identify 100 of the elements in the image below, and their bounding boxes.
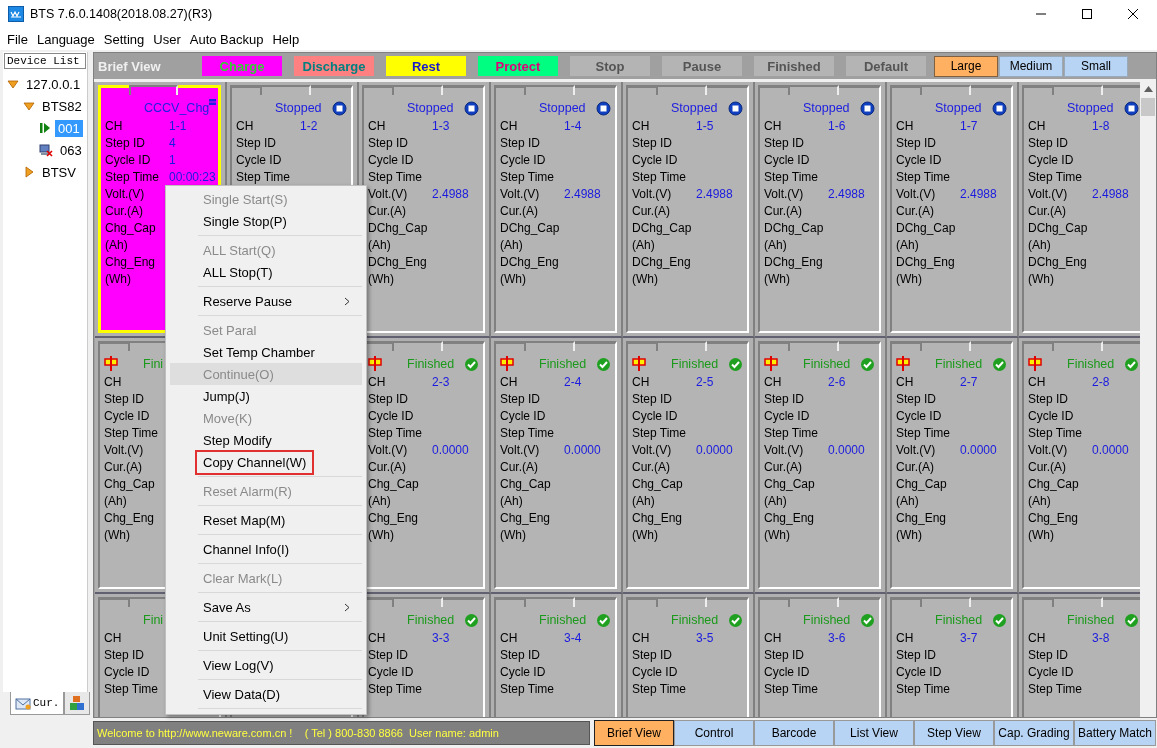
card-tab — [920, 85, 971, 95]
channel-card[interactable]: Finished CH 3-6 Step ID Cycle ID Step Time — [758, 597, 881, 717]
check-circle-icon — [596, 356, 611, 372]
channel-card[interactable]: Stopped CH 1-4 Step ID Cycle ID Step Time Volt.(V) 2.4988 Cur.(A) DChg_Cap (Ah) DChg_Eng (Wh) — [494, 85, 617, 333]
expanded-arrow-icon[interactable] — [23, 100, 35, 112]
field-label: Step Time — [368, 169, 424, 186]
channel-card[interactable]: Finished CH 2-7 Step ID Cycle ID Step Time Volt.(V) 0.0000 Cur.(A) Chg_Cap (Ah) Chg_Eng (Wh) — [890, 341, 1013, 589]
check-circle-icon — [860, 356, 875, 372]
channel-card[interactable]: Finished CH 3-8 Step ID Cycle ID Step Time — [1022, 597, 1140, 717]
menu-item[interactable]: File — [3, 31, 32, 47]
view-tab[interactable]: Step View — [914, 720, 994, 746]
field-value: 2-5 — [696, 374, 715, 391]
sidebar-tab[interactable] — [64, 692, 91, 715]
channel-card[interactable]: Stopped CH 1-8 Step ID Cycle ID Step Time Volt.(V) 2.4988 Cur.(A) DChg_Cap (Ah) DChg_Eng (Wh) — [1022, 85, 1140, 333]
channel-card[interactable]: Finished CH 2-4 Step ID Cycle ID Step Time Volt.(V) 0.0000 Cur.(A) Chg_Cap (Ah) Chg_Eng (Wh) — [494, 341, 617, 589]
channel-status: Finished — [803, 357, 851, 371]
field-label: DChg_Cap (Ah) — [1028, 220, 1089, 254]
field-label: Step ID — [368, 391, 410, 408]
menu-item[interactable]: Setting — [99, 31, 149, 47]
field-value: 4 — [169, 135, 177, 152]
channel-card[interactable]: Stopped CH 1-6 Step ID Cycle ID Step Time Volt.(V) 2.4988 Cur.(A) DChg_Cap (Ah) DChg_Eng (Wh) — [758, 85, 881, 333]
field-label: Step ID — [632, 135, 674, 152]
channel-card[interactable]: Finished CH 3-5 Step ID Cycle ID Step Time — [626, 597, 749, 717]
field-label: DChg_Eng (Wh) — [632, 254, 692, 288]
menu-item[interactable]: Language — [32, 31, 99, 47]
legend-label: Pause — [682, 58, 722, 74]
field-label: Step Time — [368, 681, 424, 698]
tree-item[interactable]: BTSV — [39, 163, 79, 181]
field-value: 3-6 — [828, 630, 847, 647]
stop-circle-icon — [1124, 100, 1139, 116]
menu-item[interactable]: User — [149, 31, 185, 47]
field-label: Chg_Eng (Wh) — [104, 510, 156, 544]
app-icon — [8, 6, 24, 22]
channel-card[interactable]: Stopped CH 1-5 Step ID Cycle ID Step Time Volt.(V) 2.4988 Cur.(A) DChg_Cap (Ah) DChg_Eng (Wh) — [626, 85, 749, 333]
channel-status: Fini — [143, 613, 164, 627]
field-label: Cycle ID — [104, 408, 151, 425]
channel-card[interactable]: Stopped CH 1-3 Step ID Cycle ID Step Time Volt.(V) 2.4988 Cur.(A) DChg_Cap (Ah) DChg_Eng (Wh) — [362, 85, 485, 333]
tree-item[interactable]: BTS82 — [39, 97, 85, 115]
channel-card[interactable]: Finished CH 3-7 Step ID Cycle ID Step Time — [890, 597, 1013, 717]
window-title: BTS 7.6.0.1408(2018.08.27)(R3) — [30, 7, 213, 21]
menu-item[interactable]: Auto Backup — [185, 31, 268, 47]
card-tab — [656, 341, 707, 351]
channel-card[interactable]: Finished CH 2-5 Step ID Cycle ID Step Time Volt.(V) 0.0000 Cur.(A) Chg_Cap (Ah) Chg_Eng (Wh) — [626, 341, 749, 589]
play-icon — [39, 122, 51, 134]
size-button[interactable]: Large — [934, 55, 998, 77]
channel-status: CCCV_Chg — [144, 101, 210, 115]
field-label: CH — [1028, 630, 1047, 647]
menu-item[interactable]: Help — [268, 31, 304, 47]
view-tab[interactable]: Brief View — [594, 720, 674, 746]
field-label: Volt.(V) — [764, 442, 805, 459]
channel-status: Stopped — [803, 101, 850, 115]
field-label: Step ID — [368, 135, 410, 152]
channel-card[interactable]: Finished CH 3-3 Step ID Cycle ID Step Time — [362, 597, 485, 717]
scroll-up-icon[interactable] — [1143, 86, 1153, 92]
collapsed-arrow-icon[interactable] — [23, 166, 35, 178]
field-label: Step ID — [764, 391, 806, 408]
size-button[interactable]: Small — [1064, 55, 1128, 77]
size-button[interactable]: Medium — [999, 55, 1063, 77]
field-label: Step ID — [104, 647, 146, 664]
field-label: Cur.(A) — [500, 203, 539, 220]
field-label: Step Time — [1028, 169, 1084, 186]
channel-card[interactable]: Finished CH 3-4 Step ID Cycle ID Step Time — [494, 597, 617, 717]
scrollbar-thumb[interactable] — [1141, 98, 1155, 116]
view-tab[interactable]: List View — [834, 720, 914, 746]
field-label: Chg_Cap (Ah) — [896, 476, 948, 510]
field-label: DChg_Eng (Wh) — [368, 254, 428, 288]
expanded-arrow-icon[interactable] — [7, 78, 19, 90]
field-label: Step ID — [1028, 391, 1070, 408]
legend-label: Finished — [767, 58, 821, 74]
view-tab[interactable]: Cap. Grading — [994, 720, 1074, 746]
check-circle-icon — [860, 612, 875, 628]
field-label: DChg_Eng (Wh) — [764, 254, 824, 288]
sidebar-tab[interactable]: Cur. — [10, 692, 65, 715]
tree-item[interactable]: 127.0.0.1 — [23, 75, 84, 93]
card-tab — [524, 341, 575, 351]
view-tab[interactable]: Control — [674, 720, 754, 746]
field-label: CH — [500, 374, 519, 391]
field-label: Chg_Eng (Wh) — [632, 510, 684, 544]
field-value: 0.0000 — [960, 442, 998, 459]
field-label: Volt.(V) — [632, 186, 673, 203]
field-label: DChg_Eng (Wh) — [500, 254, 560, 288]
channel-card[interactable]: Finished CH 2-8 Step ID Cycle ID Step Time Volt.(V) 0.0000 Cur.(A) Chg_Cap (Ah) Chg_Eng (Wh) — [1022, 341, 1140, 589]
chevron-right-icon — [344, 602, 350, 612]
envelope-icon — [15, 696, 31, 710]
channel-card[interactable]: Finished CH 2-6 Step ID Cycle ID Step Time Volt.(V) 0.0000 Cur.(A) Chg_Cap (Ah) Chg_Eng (Wh) — [758, 341, 881, 589]
maximize-icon[interactable] — [1081, 8, 1093, 20]
field-label: Cycle ID — [105, 152, 152, 169]
check-circle-icon — [596, 612, 611, 628]
field-value: 1 — [169, 152, 177, 169]
stop-circle-icon — [596, 100, 611, 116]
card-tab — [656, 85, 707, 95]
field-value: 2-3 — [432, 374, 451, 391]
field-label: Cycle ID — [896, 152, 943, 169]
channel-card[interactable]: Stopped CH 1-7 Step ID Cycle ID Step Time Volt.(V) 2.4988 Cur.(A) DChg_Cap (Ah) DChg_Eng (Wh) — [890, 85, 1013, 333]
view-tab[interactable]: Barcode — [754, 720, 834, 746]
field-label: CH — [500, 630, 519, 647]
view-tab[interactable]: Battery Match — [1074, 720, 1157, 746]
tree-item[interactable]: 063 — [57, 141, 85, 159]
field-label: Cur.(A) — [500, 459, 539, 476]
close-icon[interactable] — [1127, 8, 1139, 20]
